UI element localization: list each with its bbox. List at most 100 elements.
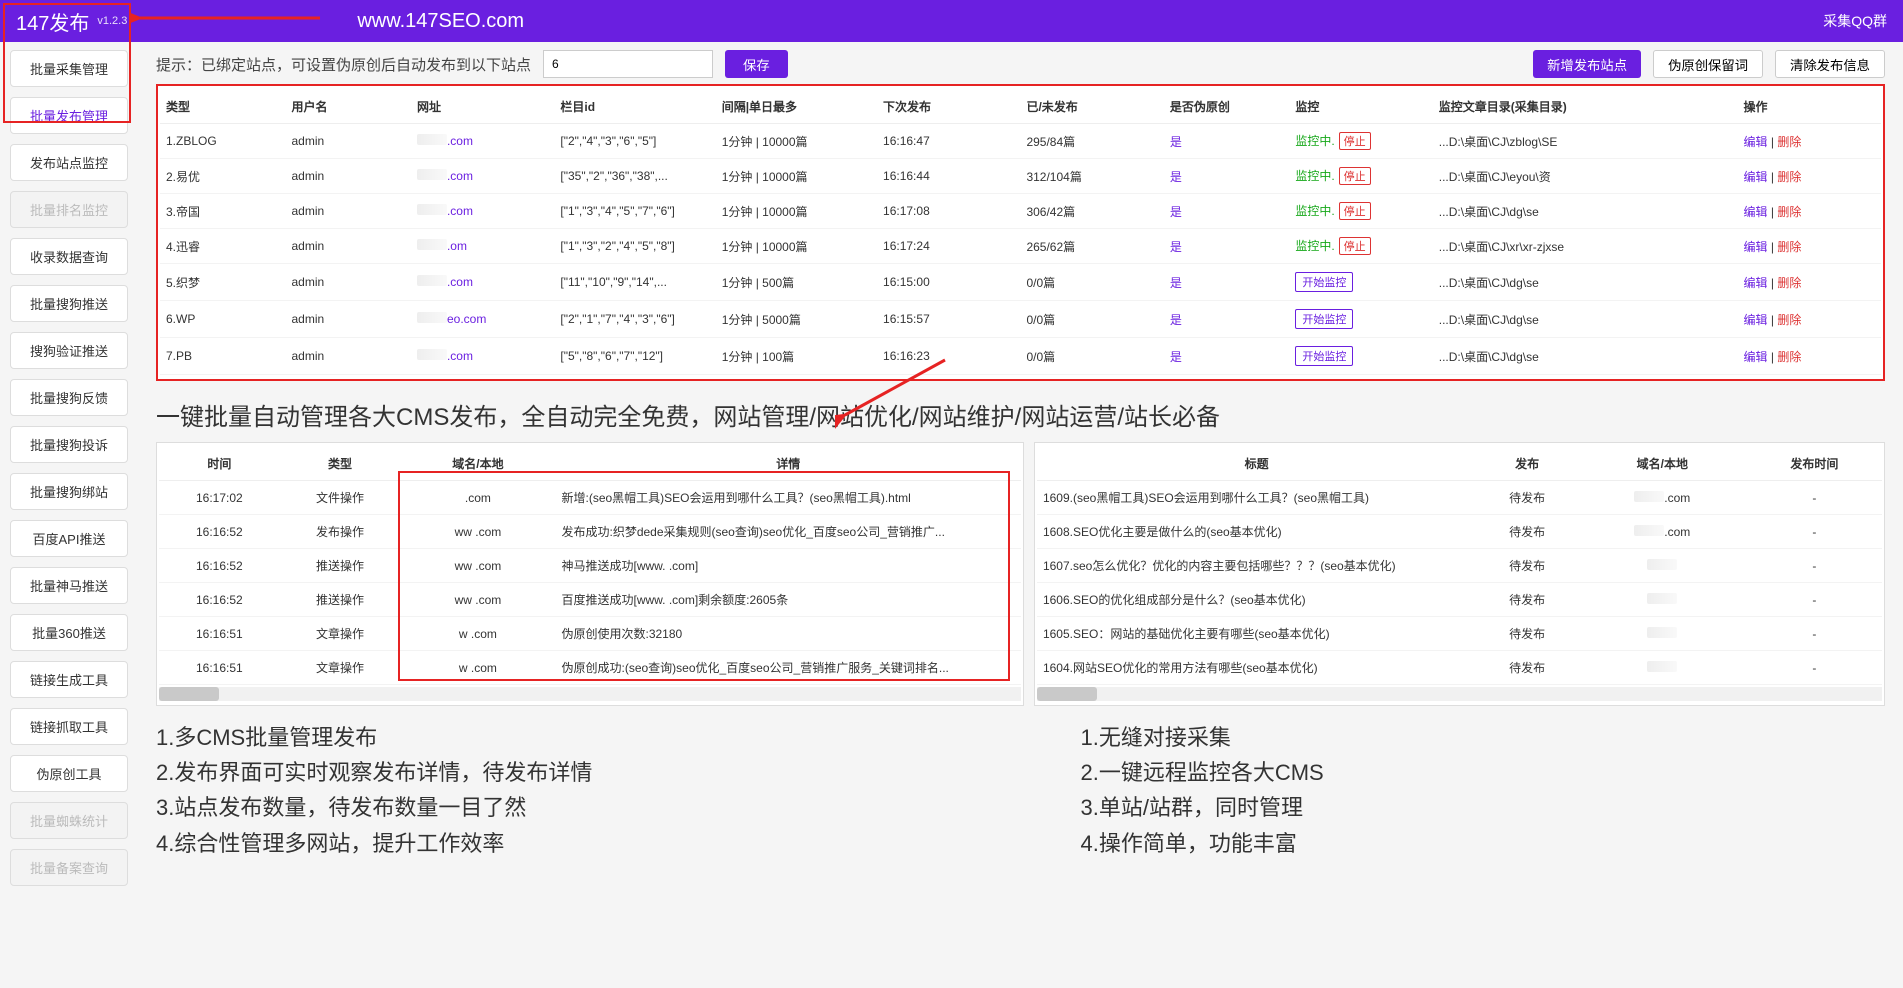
pending-row: 1608.SEO优化主要是做什么的(seo基本优化)待发布 .com- [1037,515,1882,549]
log-row: 16:16:52发布操作ww .com发布成功:织梦dede采集规则(seo查询… [159,515,1021,549]
feature-line: 1.多CMS批量管理发布 [156,720,961,755]
sidebar-item-14[interactable]: 链接抓取工具 [10,708,128,745]
feature-line: 1.无缝对接采集 [1081,720,1886,755]
log-row: 16:16:51文章操作w .com伪原创成功:(seo查询)seo优化_百度s… [159,651,1021,685]
edit-link[interactable]: 编辑 [1744,350,1768,364]
table-row: 2.易优admin .com["35","2","36","38",...1分钟… [160,159,1881,194]
sidebar-item-7[interactable]: 批量搜狗反馈 [10,379,128,416]
col-header: 下次发布 [877,90,1020,124]
masked [417,169,447,180]
headline: 一键批量自动管理各大CMS发布，全自动完全免费，网站管理/网站优化/网站维护/网… [156,397,1885,432]
sidebar: 批量采集管理批量发布管理发布站点监控批量排名监控收录数据查询批量搜狗推送搜狗验证… [0,42,138,904]
start-button[interactable]: 开始监控 [1295,272,1353,292]
col-header: 类型 [160,90,285,124]
feature-line: 3.单站/站群，同时管理 [1081,790,1886,825]
col-header: 间隔|单日最多 [716,90,877,124]
log-row: 16:16:51文章操作w .com伪原创使用次数:32180 [159,617,1021,651]
scrollbar[interactable] [159,687,1021,701]
app-version: v1.2.3 [97,15,127,27]
delete-link[interactable]: 删除 [1777,170,1801,184]
feature-line: 2.一键远程监控各大CMS [1081,755,1886,790]
col-header: 栏目id [554,90,715,124]
start-button[interactable]: 开始监控 [1295,346,1353,366]
col-header: 是否伪原创 [1164,90,1289,124]
feature-line: 3.站点发布数量，待发布数量一目了然 [156,790,961,825]
pending-row: 1606.SEO的优化组成部分是什么？(seo基本优化)待发布 - [1037,583,1882,617]
edit-link[interactable]: 编辑 [1744,276,1768,290]
edit-link[interactable]: 编辑 [1744,170,1768,184]
delete-link[interactable]: 删除 [1777,205,1801,219]
delete-link[interactable]: 删除 [1777,135,1801,149]
sites-table: 类型用户名网址栏目id间隔|单日最多下次发布已/未发布是否伪原创监控监控文章目录… [160,90,1881,375]
sidebar-item-8[interactable]: 批量搜狗投诉 [10,426,128,463]
masked [417,312,447,323]
qq-group-link[interactable]: 采集QQ群 [1823,11,1887,31]
masked [417,239,447,250]
sidebar-item-15[interactable]: 伪原创工具 [10,755,128,792]
features: 1.多CMS批量管理发布2.发布界面可实时观察发布详情，待发布详情3.站点发布数… [156,720,1885,861]
pending-row: 1604.网站SEO优化的常用方法有哪些(seo基本优化)待发布 - [1037,651,1882,685]
masked [417,204,447,215]
log-row: 16:17:02文件操作.com新增:(seo黑帽工具)SEO会运用到哪什么工具… [159,481,1021,515]
masked [417,349,447,360]
table-row: 7.PBadmin .com["5","8","6","7","12"]1分钟 … [160,338,1881,375]
delete-link[interactable]: 删除 [1777,276,1801,290]
feature-line: 4.操作简单，功能丰富 [1081,826,1886,861]
main-area: 提示：已绑定站点，可设置伪原创后自动发布到以下站点 保存 新增发布站点 伪原创保… [138,42,1903,904]
sidebar-item-16: 批量蜘蛛统计 [10,802,128,839]
site-url: www.147SEO.com [357,10,524,33]
table-row: 5.织梦admin .com["11","10","9","14",...1分钟… [160,264,1881,301]
monitor-status: 监控中. [1295,239,1334,253]
start-button[interactable]: 开始监控 [1295,309,1353,329]
edit-link[interactable]: 编辑 [1744,135,1768,149]
monitor-status: 监控中. [1295,134,1334,148]
sidebar-item-9[interactable]: 批量搜狗绑站 [10,473,128,510]
sidebar-item-2[interactable]: 发布站点监控 [10,144,128,181]
stop-button[interactable]: 停止 [1339,237,1371,255]
sidebar-item-11[interactable]: 批量神马推送 [10,567,128,604]
add-site-button[interactable]: 新增发布站点 [1533,50,1641,78]
save-button[interactable]: 保存 [725,50,788,78]
pending-row: 1609.(seo黑帽工具)SEO会运用到哪什么工具？(seo黑帽工具)待发布 … [1037,481,1882,515]
sidebar-item-12[interactable]: 批量360推送 [10,614,128,651]
log-right-panel: 标题发布域名/本地发布时间 1609.(seo黑帽工具)SEO会运用到哪什么工具… [1034,442,1885,706]
tip-text: 提示：已绑定站点，可设置伪原创后自动发布到以下站点 [156,54,531,75]
col-header: 已/未发布 [1020,90,1163,124]
feature-line: 2.发布界面可实时观察发布详情，待发布详情 [156,755,961,790]
edit-link[interactable]: 编辑 [1744,240,1768,254]
col-header: 操作 [1738,90,1882,124]
edit-link[interactable]: 编辑 [1744,313,1768,327]
token-input[interactable] [543,50,713,78]
sidebar-item-1[interactable]: 批量发布管理 [10,97,128,134]
col-header: 监控 [1289,90,1432,124]
stop-button[interactable]: 停止 [1339,132,1371,150]
edit-link[interactable]: 编辑 [1744,205,1768,219]
log-left-panel: 时间类型域名/本地详情 16:17:02文件操作.com新增:(seo黑帽工具)… [156,442,1024,706]
monitor-status: 监控中. [1295,169,1334,183]
sidebar-item-13[interactable]: 链接生成工具 [10,661,128,698]
sidebar-item-6[interactable]: 搜狗验证推送 [10,332,128,369]
sidebar-item-0[interactable]: 批量采集管理 [10,50,128,87]
reserve-words-button[interactable]: 伪原创保留词 [1653,50,1763,78]
clear-info-button[interactable]: 清除发布信息 [1775,50,1885,78]
log-row: 16:16:52推送操作ww .com神马推送成功[www. .com] [159,549,1021,583]
sidebar-item-5[interactable]: 批量搜狗推送 [10,285,128,322]
sidebar-item-10[interactable]: 百度API推送 [10,520,128,557]
scrollbar[interactable] [1037,687,1882,701]
table-row: 6.WPadmin eo.com["2","1","7","4","3","6"… [160,301,1881,338]
app-title: 147发布 [16,7,89,36]
col-header: 监控文章目录(采集目录) [1433,90,1738,124]
delete-link[interactable]: 删除 [1777,313,1801,327]
feature-line: 4.综合性管理多网站，提升工作效率 [156,826,961,861]
pending-row: 1607.seo怎么优化？优化的内容主要包括哪些？？？(seo基本优化)待发布 … [1037,549,1882,583]
delete-link[interactable]: 删除 [1777,240,1801,254]
log-row: 16:16:52推送操作ww .com百度推送成功[www. .com]剩余额度… [159,583,1021,617]
delete-link[interactable]: 删除 [1777,350,1801,364]
sites-table-panel: 类型用户名网址栏目id间隔|单日最多下次发布已/未发布是否伪原创监控监控文章目录… [156,84,1885,381]
col-header: 网址 [411,90,554,124]
sidebar-item-4[interactable]: 收录数据查询 [10,238,128,275]
top-bar: 147发布 v1.2.3 www.147SEO.com 采集QQ群 [0,0,1903,42]
table-row: 1.ZBLOGadmin .com["2","4","3","6","5"]1分… [160,124,1881,159]
stop-button[interactable]: 停止 [1339,202,1371,220]
stop-button[interactable]: 停止 [1339,167,1371,185]
